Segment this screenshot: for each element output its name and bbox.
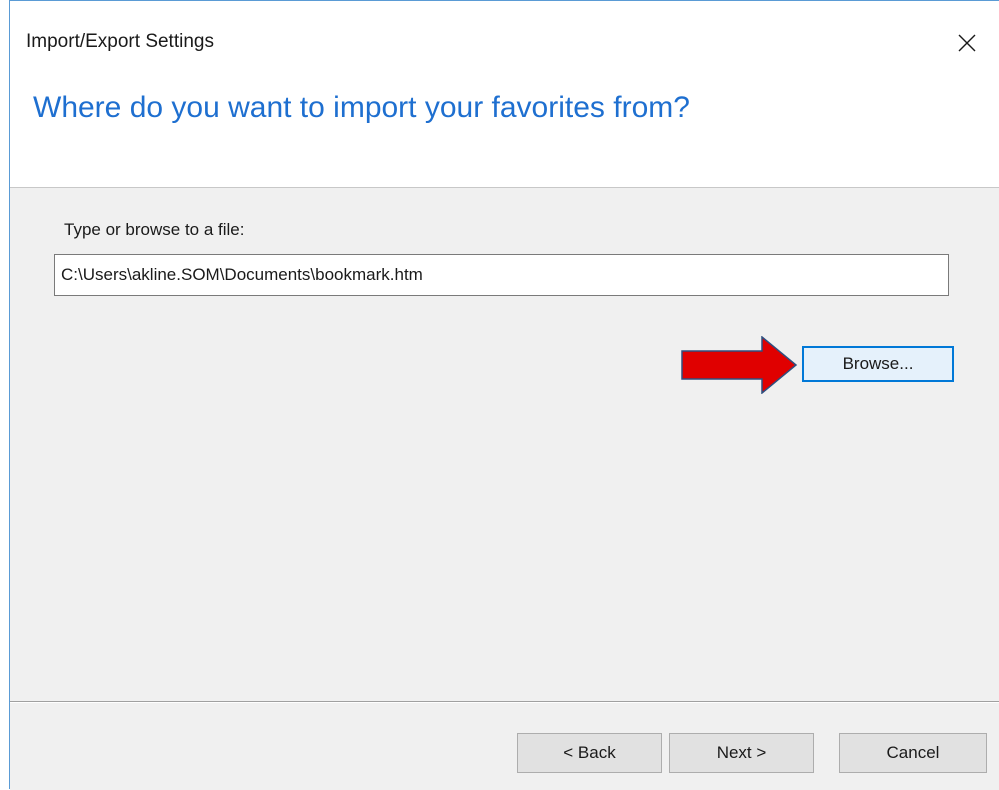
wizard-body: Type or browse to a file: Browse... < Ba… <box>10 187 999 790</box>
import-export-dialog: Import/Export Settings Where do you want… <box>9 0 999 790</box>
file-path-input[interactable] <box>54 254 949 296</box>
wizard-header: Where do you want to import your favorit… <box>10 87 999 187</box>
file-path-label: Type or browse to a file: <box>64 220 245 239</box>
page-heading: Where do you want to import your favorit… <box>33 91 690 124</box>
window-title: Import/Export Settings <box>26 31 214 52</box>
footer-divider-highlight <box>10 702 999 703</box>
title-bar: Import/Export Settings <box>10 1 999 87</box>
close-icon <box>958 34 976 52</box>
cancel-button[interactable]: Cancel <box>839 733 987 773</box>
next-button[interactable]: Next > <box>669 733 814 773</box>
back-button[interactable]: < Back <box>517 733 662 773</box>
close-button[interactable] <box>947 23 987 63</box>
red-arrow-icon <box>681 336 798 394</box>
browse-button[interactable]: Browse... <box>802 346 954 382</box>
